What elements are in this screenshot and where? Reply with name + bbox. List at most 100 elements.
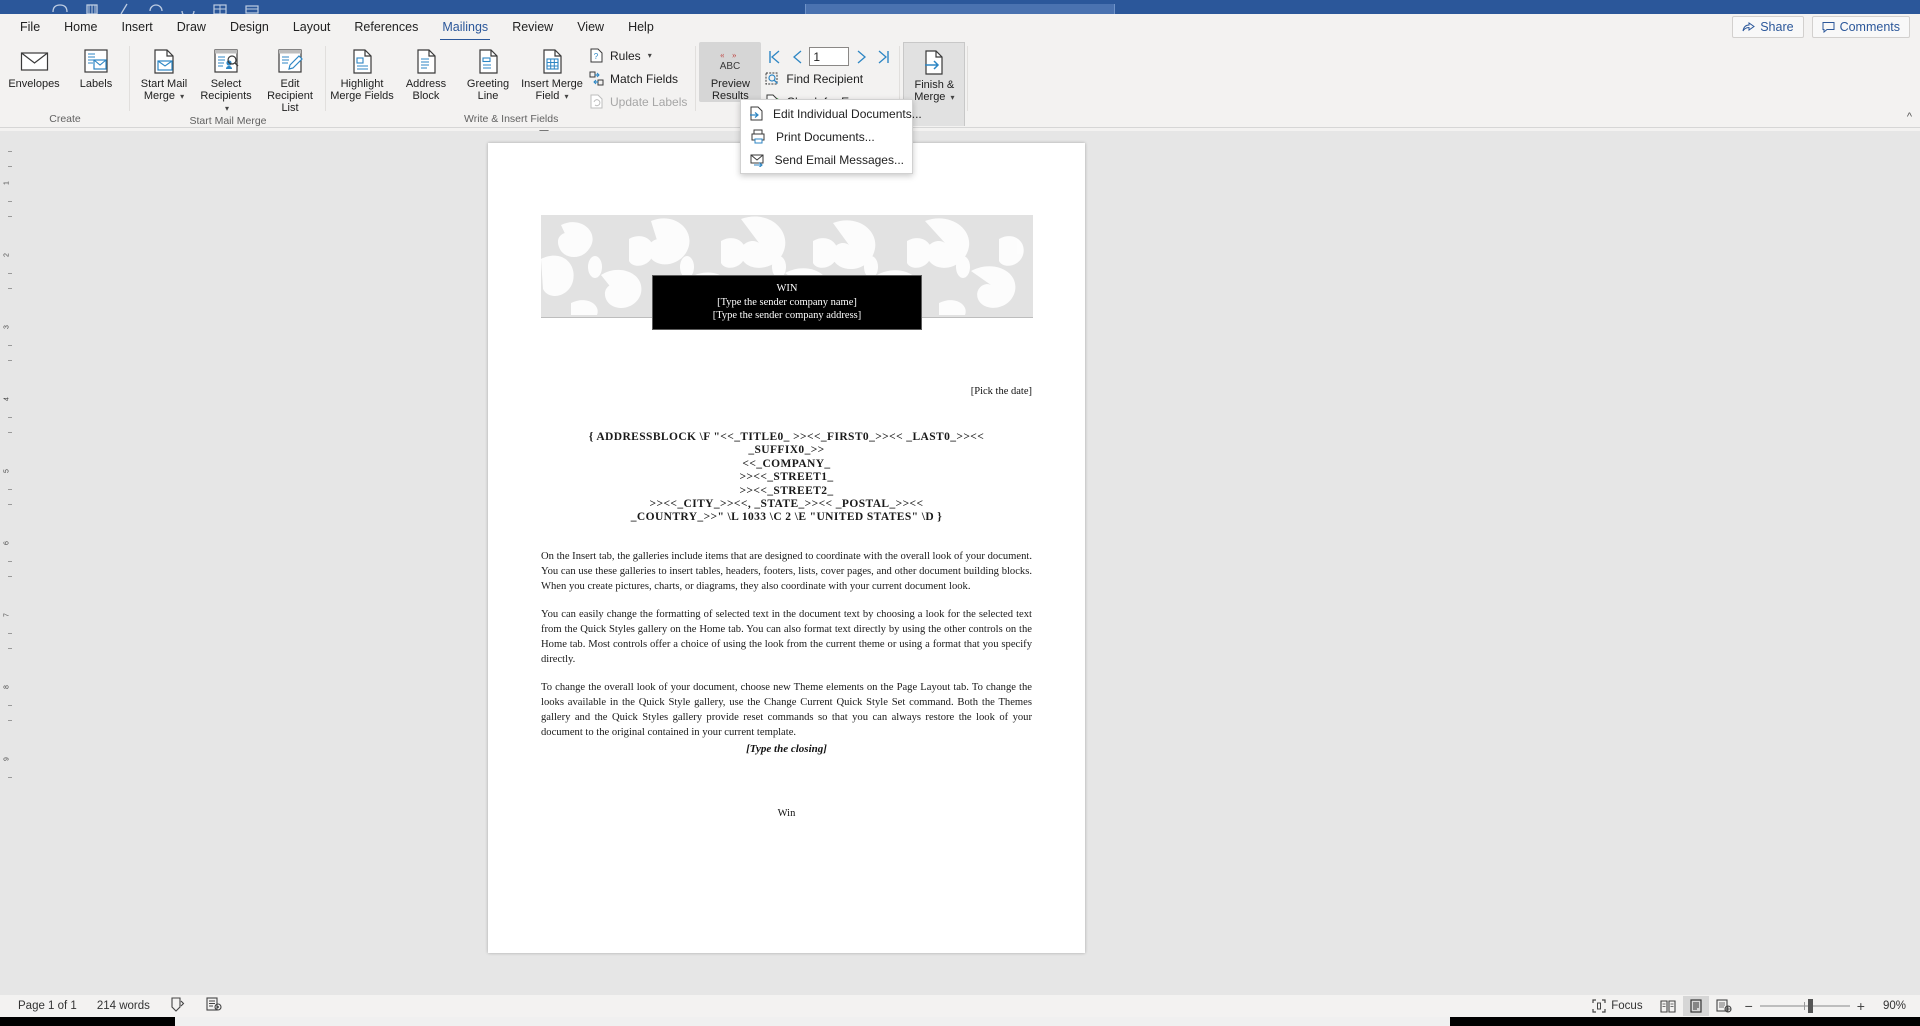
focus-mode-icon <box>1592 999 1606 1013</box>
svg-text:?: ? <box>594 52 599 61</box>
comments-label: Comments <box>1839 20 1900 34</box>
collapse-ribbon-icon[interactable]: ^ <box>1907 111 1912 123</box>
chevron-down-icon: ▾ <box>564 92 569 101</box>
update-labels-icon <box>588 94 605 110</box>
tab-file[interactable]: File <box>8 16 52 38</box>
ribbon-right-actions: Share Comments <box>1732 16 1910 38</box>
menu-item-send-email-messages[interactable]: Send Email Messages... <box>741 148 912 171</box>
read-mode-icon <box>1660 1000 1676 1013</box>
sender-info-textbox[interactable]: WIN [Type the sender company name] [Type… <box>652 275 922 330</box>
share-icon <box>1742 22 1756 32</box>
envelope-icon <box>20 45 49 77</box>
next-record-icon[interactable] <box>852 47 871 66</box>
address-block-button[interactable]: Address Block <box>395 42 457 102</box>
rules-label: Rules <box>610 48 641 63</box>
sender-company-name[interactable]: [Type the sender company name] <box>653 296 921 310</box>
redo-icon[interactable] <box>178 2 198 14</box>
write-insert-small-commands: ? Rules ▾ Match Fields Update Labels <box>585 42 693 112</box>
record-navigation[interactable] <box>761 42 897 68</box>
preview-results-button[interactable]: « » ABC Preview Results <box>699 42 762 102</box>
rules-button[interactable]: ? Rules ▾ <box>585 45 693 66</box>
start-mail-merge-button[interactable]: Start Mail Merge ▾ <box>133 42 195 103</box>
tab-references[interactable]: References <box>342 16 430 38</box>
tab-view[interactable]: View <box>565 16 616 38</box>
read-mode-button[interactable] <box>1655 996 1681 1016</box>
proofing-errors-icon[interactable] <box>160 997 196 1015</box>
svg-text:»: » <box>732 50 737 60</box>
zoom-level[interactable]: 90% <box>1873 1000 1912 1012</box>
tab-draw[interactable]: Draw <box>165 16 218 38</box>
tab-insert[interactable]: Insert <box>110 16 165 38</box>
field-code-line: <<_COMPANY_ <box>742 457 831 470</box>
tab-help[interactable]: Help <box>616 16 666 38</box>
share-button[interactable]: Share <box>1732 16 1804 38</box>
closing-placeholder[interactable]: [Type the closing] <box>488 743 1085 755</box>
zoom-track[interactable] <box>1759 999 1850 1013</box>
document-body[interactable]: On the Insert tab, the galleries include… <box>541 549 1032 753</box>
last-record-icon[interactable] <box>874 47 893 66</box>
signature-text[interactable]: Win <box>488 808 1085 819</box>
edit-recipient-list-button[interactable]: Edit Recipient List <box>257 42 323 114</box>
vruler-number: 2 <box>3 253 11 257</box>
highlight-merge-fields-button[interactable]: Highlight Merge Fields <box>329 42 395 102</box>
tab-layout[interactable]: Layout <box>281 16 343 38</box>
menu-item-label: Edit Individual Documents... <box>773 106 922 121</box>
chevron-down-icon: ▾ <box>647 51 652 60</box>
greeting-line-icon <box>476 45 501 77</box>
quick-access-toolbar[interactable] <box>50 2 262 14</box>
zoom-midpoint-tick <box>1803 1002 1805 1010</box>
tab-home[interactable]: Home <box>52 16 109 38</box>
customize-qat-icon[interactable] <box>242 2 262 14</box>
menu-item-label: Print Documents... <box>776 129 875 144</box>
touch-mode-icon[interactable] <box>82 2 102 14</box>
address-block-field-code[interactable]: { ADDRESSBLOCK \F "<<_TITLE0_ >><<_FIRST… <box>541 431 1032 525</box>
web-layout-button[interactable] <box>1711 996 1737 1016</box>
comment-bubble-icon <box>1822 22 1835 33</box>
address-block-icon <box>414 45 439 77</box>
comments-button[interactable]: Comments <box>1811 16 1910 38</box>
select-recipients-label: Select Recipients ▾ <box>200 78 252 113</box>
group-label-start-mail-merge: Start Mail Merge <box>189 115 267 127</box>
vruler-number: 4 <box>3 397 11 401</box>
find-recipient-button[interactable]: Find Recipient <box>761 68 897 89</box>
greeting-line-button[interactable]: Greeting Line <box>457 42 519 102</box>
labels-button[interactable]: Labels <box>65 42 127 90</box>
print-documents-icon <box>749 129 767 144</box>
match-fields-button[interactable]: Match Fields <box>585 68 693 89</box>
print-layout-button[interactable] <box>1682 996 1709 1016</box>
word-count[interactable]: 214 words <box>87 1000 160 1012</box>
zoom-thumb[interactable] <box>1807 999 1813 1013</box>
accessibility-checker-icon[interactable] <box>196 997 232 1015</box>
envelopes-button[interactable]: Envelopes <box>3 42 65 90</box>
select-recipients-button[interactable]: Select Recipients ▾ <box>195 42 257 115</box>
start-mail-merge-label: Start Mail Merge ▾ <box>140 78 188 102</box>
vertical-ruler[interactable]: 1 2 3 4 5 6 7 8 9 <box>2 131 18 995</box>
document-page[interactable]: WIN [Type the sender company name] [Type… <box>488 143 1085 953</box>
save-icon[interactable] <box>50 2 70 14</box>
tab-design[interactable]: Design <box>218 16 281 38</box>
menu-item-print-documents[interactable]: Print Documents... <box>741 125 912 148</box>
insert-merge-field-button[interactable]: Insert Merge Field ▾ <box>519 42 585 103</box>
window-title <box>805 4 1115 14</box>
previous-record-icon[interactable] <box>787 47 806 66</box>
zoom-in-button[interactable]: + <box>1857 998 1865 1014</box>
undo-icon[interactable] <box>146 2 166 14</box>
focus-mode-button[interactable]: Focus <box>1582 999 1652 1013</box>
sender-company-address[interactable]: [Type the sender company address] <box>653 309 921 323</box>
tab-mailings[interactable]: Mailings <box>430 16 500 41</box>
os-taskbar <box>0 1017 1920 1026</box>
ribbon-group-start-mail-merge: Start Mail Merge ▾ Select Recipients ▾ Edi… <box>130 40 326 127</box>
finish-and-merge-menu[interactable]: Edit Individual Documents... Print Docum… <box>740 99 922 174</box>
menu-item-edit-individual-documents[interactable]: Edit Individual Documents... <box>741 102 922 125</box>
ribbon-tab-strip[interactable]: File Home Insert Draw Design Layout Refe… <box>0 14 1920 41</box>
page-indicator[interactable]: Page 1 of 1 <box>8 1000 87 1012</box>
record-number-input[interactable] <box>809 47 850 66</box>
first-record-icon[interactable] <box>765 47 784 66</box>
body-paragraph: On the Insert tab, the galleries include… <box>541 551 1032 592</box>
autosave-toggle-icon[interactable] <box>114 2 134 14</box>
date-placeholder[interactable]: [Pick the date] <box>488 386 1032 397</box>
zoom-out-button[interactable]: − <box>1745 998 1753 1014</box>
zoom-slider[interactable]: − + <box>1739 998 1871 1014</box>
tab-review[interactable]: Review <box>500 16 565 38</box>
table-icon[interactable] <box>210 2 230 14</box>
